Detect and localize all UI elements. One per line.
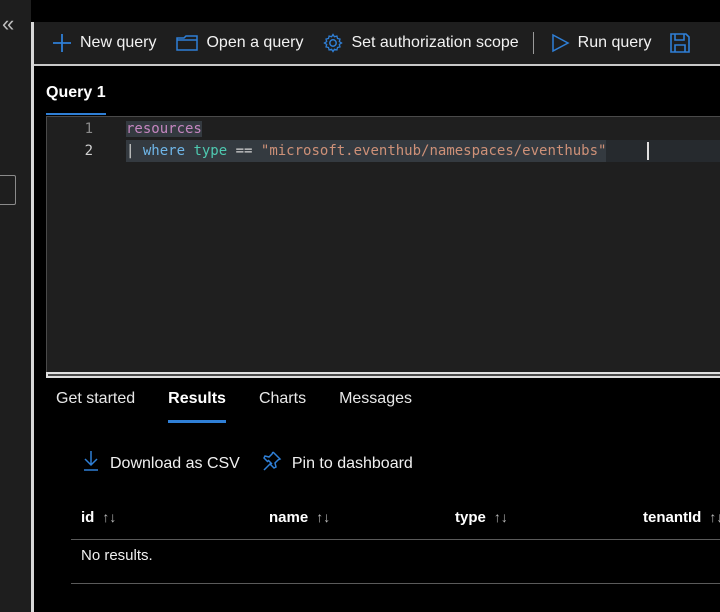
set-authorization-scope-label: Set authorization scope [351,34,519,51]
column-label: type [455,509,486,526]
plus-icon [52,33,72,53]
text-cursor [647,142,649,160]
query-editor[interactable]: 1 resources 2 | where type == "microsoft… [46,116,720,372]
code-line-1: resources [126,118,202,140]
pin-to-dashboard-button[interactable]: Pin to dashboard [260,450,413,477]
editor-line: 2 | where type == "microsoft.eventhub/na… [47,140,720,162]
code-token-pipe: | [126,143,143,159]
results-actions: Download as CSV Pin to dashboard [82,450,433,477]
sort-icon[interactable]: ↑↓ [709,509,720,525]
column-header-type[interactable]: type ↑↓ [455,505,508,529]
pin-to-dashboard-label: Pin to dashboard [291,454,413,472]
sort-icon[interactable]: ↑↓ [494,509,508,525]
new-query-label: New query [80,34,157,51]
set-authorization-scope-button[interactable]: Set authorization scope [323,22,519,64]
code-line-2: | where type == "microsoft.eventhub/name… [126,140,607,162]
sort-icon[interactable]: ↑↓ [102,509,116,525]
grid-divider [71,583,720,584]
gear-icon [323,33,344,53]
code-token-keyword: where [142,143,186,159]
left-pane-input-box[interactable] [0,175,16,205]
tab-results[interactable]: Results [168,390,226,424]
play-icon [550,33,570,53]
tab-get-started[interactable]: Get started [56,390,135,424]
code-token-operator: == [227,143,261,159]
toolbar: New query Open a query Set authorization… [34,22,720,64]
folder-icon [176,34,199,52]
sort-icon[interactable]: ↑↓ [316,509,330,525]
column-header-tenantid[interactable]: tenantId ↑↓ [643,505,720,529]
toolbar-separator [532,32,534,54]
pin-icon [260,450,282,477]
column-header-name[interactable]: name ↑↓ [269,505,330,529]
double-chevron-left-icon[interactable]: « [2,13,24,36]
editor-line: 1 resources [47,118,720,140]
run-query-label: Run query [577,34,652,51]
new-query-button[interactable]: New query [52,22,156,64]
result-tabs: Get started Results Charts Messages [56,390,445,424]
download-csv-button[interactable]: Download as CSV [82,450,240,477]
left-pane: « [0,0,31,612]
pane-splitter[interactable] [31,22,34,612]
tab-charts[interactable]: Charts [259,390,306,424]
open-query-label: Open a query [206,34,304,51]
open-query-button[interactable]: Open a query [176,22,303,64]
column-label: name [269,509,309,526]
code-token-string: "microsoft.eventhub/namespaces/eventhubs… [260,143,607,159]
column-label: tenantId [643,509,702,526]
column-label: id [81,509,95,526]
toolbar-divider [34,64,720,66]
code-token-column: type [193,143,228,159]
save-button[interactable] [669,22,691,64]
active-tab-indicator [46,113,106,115]
tab-messages[interactable]: Messages [339,390,412,424]
download-icon [82,450,100,477]
save-icon [669,32,691,54]
empty-results-message: No results. [81,547,153,564]
column-header-id[interactable]: id ↑↓ [81,505,116,529]
results-grid-header: id ↑↓ name ↑↓ type ↑↓ tenantId ↑↓ [71,505,720,540]
tab-query-1[interactable]: Query 1 [46,84,106,102]
download-csv-label: Download as CSV [110,454,240,472]
editor-horizontal-scrollbar[interactable] [46,372,720,378]
run-query-button[interactable]: Run query [550,22,652,64]
line-number: 2 [84,143,93,159]
line-number: 1 [84,121,93,137]
code-token-table: resources [126,121,202,137]
